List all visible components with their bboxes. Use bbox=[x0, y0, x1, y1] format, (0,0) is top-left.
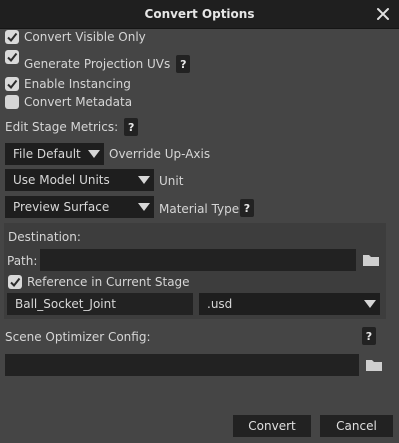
path-label: Path: bbox=[7, 254, 38, 268]
close-icon[interactable] bbox=[376, 7, 390, 21]
convert-visible-only-label: Convert Visible Only bbox=[24, 30, 146, 44]
title-bar: Convert Options bbox=[0, 0, 399, 29]
chevron-down-icon bbox=[138, 203, 150, 211]
help-icon[interactable]: ? bbox=[176, 55, 191, 73]
material-type-label: Material Type bbox=[159, 202, 240, 216]
destination-label: Destination: bbox=[8, 230, 81, 244]
checkbox-checked-icon[interactable] bbox=[5, 30, 19, 44]
unit-value: Use Model Units bbox=[13, 173, 110, 187]
unit-label: Unit bbox=[159, 174, 184, 188]
convert-metadata-label: Convert Metadata bbox=[24, 95, 133, 109]
checkbox-checked-icon[interactable] bbox=[8, 275, 22, 289]
override-up-axis-label: Override Up-Axis bbox=[109, 147, 211, 161]
material-type-value: Preview Surface bbox=[13, 200, 110, 214]
folder-icon[interactable] bbox=[365, 358, 383, 372]
convert-visible-only-checkbox[interactable]: Convert Visible Only bbox=[5, 30, 146, 44]
folder-icon[interactable] bbox=[362, 253, 380, 267]
help-icon[interactable]: ? bbox=[124, 118, 139, 136]
up-axis-value: File Default bbox=[13, 147, 81, 161]
dialog-title: Convert Options bbox=[144, 7, 255, 21]
enable-instancing-checkbox[interactable]: Enable Instancing bbox=[5, 77, 131, 91]
checkbox-checked-icon[interactable] bbox=[5, 50, 19, 64]
generate-projection-uvs-checkbox[interactable]: Generate Projection UVs ? bbox=[5, 49, 191, 73]
convert-metadata-checkbox[interactable]: Convert Metadata bbox=[5, 95, 132, 109]
chevron-down-icon bbox=[88, 150, 100, 158]
help-icon[interactable]: ? bbox=[240, 199, 254, 217]
generate-projection-uvs-label: Generate Projection UVs bbox=[24, 57, 171, 71]
chevron-down-icon bbox=[138, 176, 150, 184]
checkbox-unchecked-icon[interactable] bbox=[5, 95, 19, 109]
checkbox-checked-icon[interactable] bbox=[5, 77, 19, 91]
file-extension-dropdown[interactable]: .usd bbox=[199, 293, 380, 315]
material-type-dropdown[interactable]: Preview Surface bbox=[5, 196, 154, 218]
scene-optimizer-path-input[interactable] bbox=[5, 354, 359, 376]
enable-instancing-label: Enable Instancing bbox=[24, 77, 131, 91]
reference-in-current-stage-label: Reference in Current Stage bbox=[27, 275, 190, 289]
convert-button[interactable]: Convert bbox=[233, 415, 311, 437]
cancel-button[interactable]: Cancel bbox=[320, 415, 393, 437]
help-icon[interactable]: ? bbox=[362, 327, 376, 345]
file-extension-value: .usd bbox=[207, 297, 233, 311]
edit-stage-metrics-row: Edit Stage Metrics: ? bbox=[5, 117, 139, 137]
file-name-input[interactable]: Ball_Socket_Joint bbox=[7, 293, 193, 315]
unit-dropdown[interactable]: Use Model Units bbox=[5, 169, 154, 191]
up-axis-dropdown[interactable]: File Default bbox=[5, 143, 104, 165]
destination-path-input[interactable] bbox=[40, 249, 356, 271]
chevron-down-icon bbox=[364, 300, 376, 308]
scene-optimizer-label: Scene Optimizer Config: bbox=[5, 330, 151, 344]
reference-in-current-stage-checkbox[interactable]: Reference in Current Stage bbox=[8, 275, 190, 289]
edit-stage-metrics-label: Edit Stage Metrics: bbox=[5, 120, 119, 134]
